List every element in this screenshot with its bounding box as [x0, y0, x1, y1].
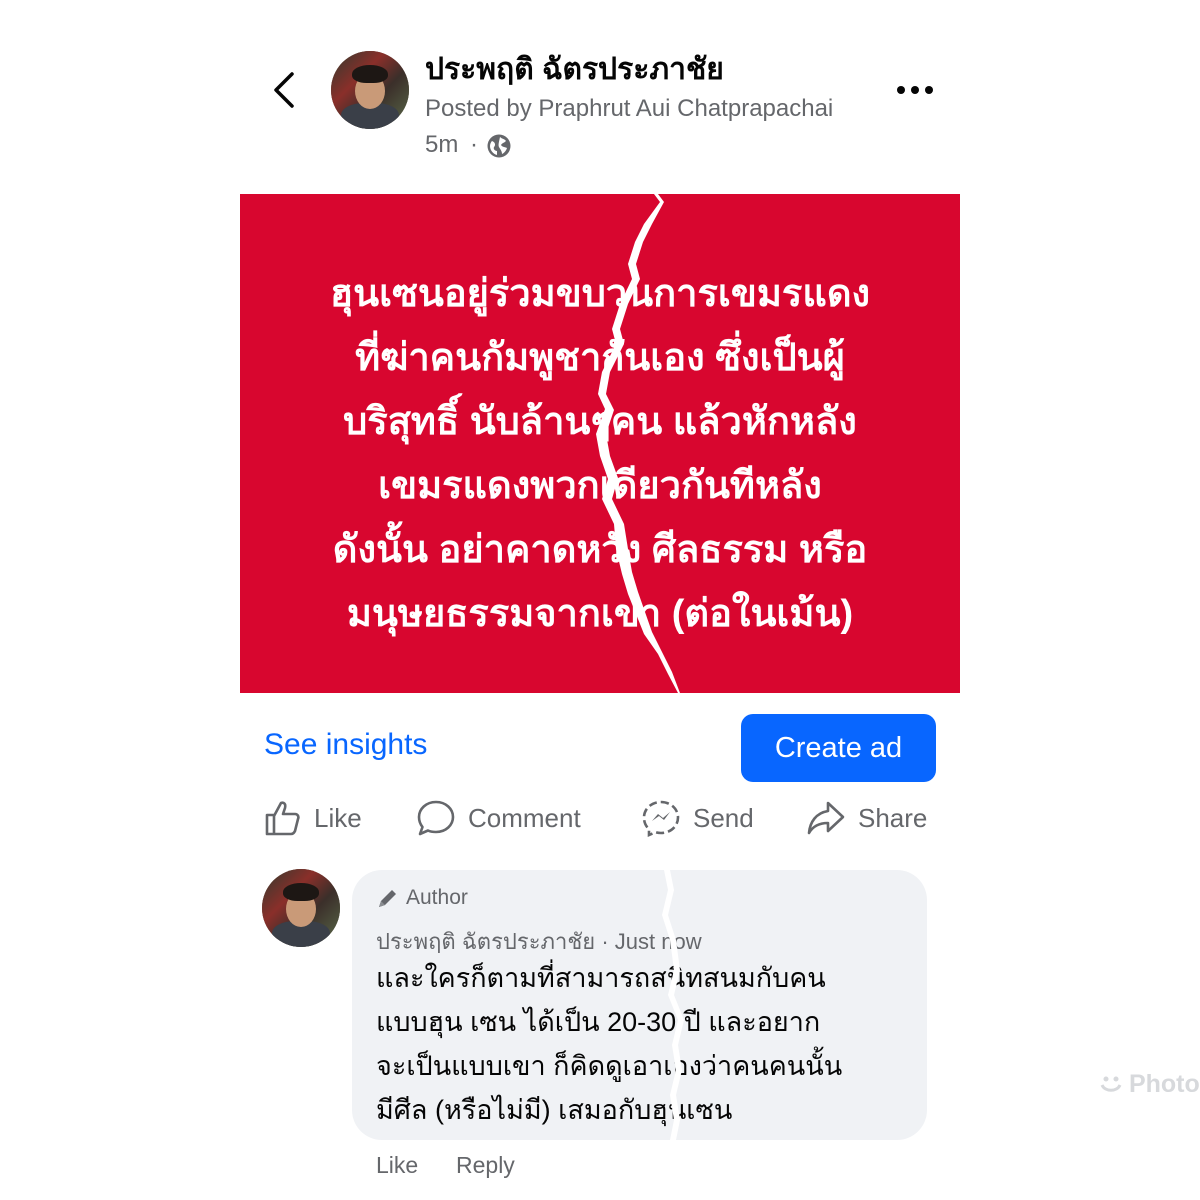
see-insights-link[interactable]: See insights	[264, 728, 427, 762]
photo-watermark: Photo	[1100, 1070, 1200, 1099]
more-horizontal-icon	[897, 86, 933, 94]
send-label: Send	[693, 802, 754, 833]
globe-icon	[486, 133, 512, 159]
comment-author-avatar[interactable]	[262, 869, 340, 947]
page-name[interactable]: ประพฤติ ฉัตรประภาชัย	[425, 46, 724, 93]
crack-overlay	[662, 870, 684, 1140]
separator-dot: ·	[470, 131, 478, 158]
messenger-icon	[642, 800, 680, 837]
share-label: Share	[858, 802, 928, 833]
like-label: Like	[314, 802, 362, 833]
comment-like-link[interactable]: Like	[376, 1152, 418, 1179]
comment-bubble: Author ประพฤติ ฉัตรประภาชัย · Just now แ…	[352, 870, 927, 1140]
back-button[interactable]	[262, 62, 310, 118]
comment-label: Comment	[468, 802, 581, 833]
smile-icon	[1100, 1076, 1122, 1092]
chevron-left-icon	[274, 72, 294, 108]
like-button[interactable]: Like	[264, 795, 362, 841]
post-time[interactable]: 5m	[425, 131, 458, 159]
share-button[interactable]: Share	[806, 795, 927, 841]
send-button[interactable]: Send	[641, 795, 754, 841]
post-image[interactable]: ฮุนเซนอยู่ร่วมขบวนการเขมรแดง ที่ฆ่าคนกัม…	[240, 194, 960, 693]
posted-by-text: Posted by Praphrut Aui Chatprapachai	[425, 95, 834, 122]
comment-button[interactable]: Comment	[416, 795, 581, 841]
watermark-text: Photo	[1128, 1070, 1200, 1098]
crack-overlay	[596, 194, 680, 693]
comment-reply-link[interactable]: Reply	[456, 1152, 515, 1179]
more-options-button[interactable]	[890, 70, 940, 110]
page-avatar[interactable]	[331, 51, 409, 129]
thumbs-up-icon	[265, 801, 300, 836]
create-ad-button[interactable]: Create ad	[741, 714, 936, 782]
comment-icon	[417, 800, 455, 836]
share-arrow-icon	[807, 801, 845, 835]
